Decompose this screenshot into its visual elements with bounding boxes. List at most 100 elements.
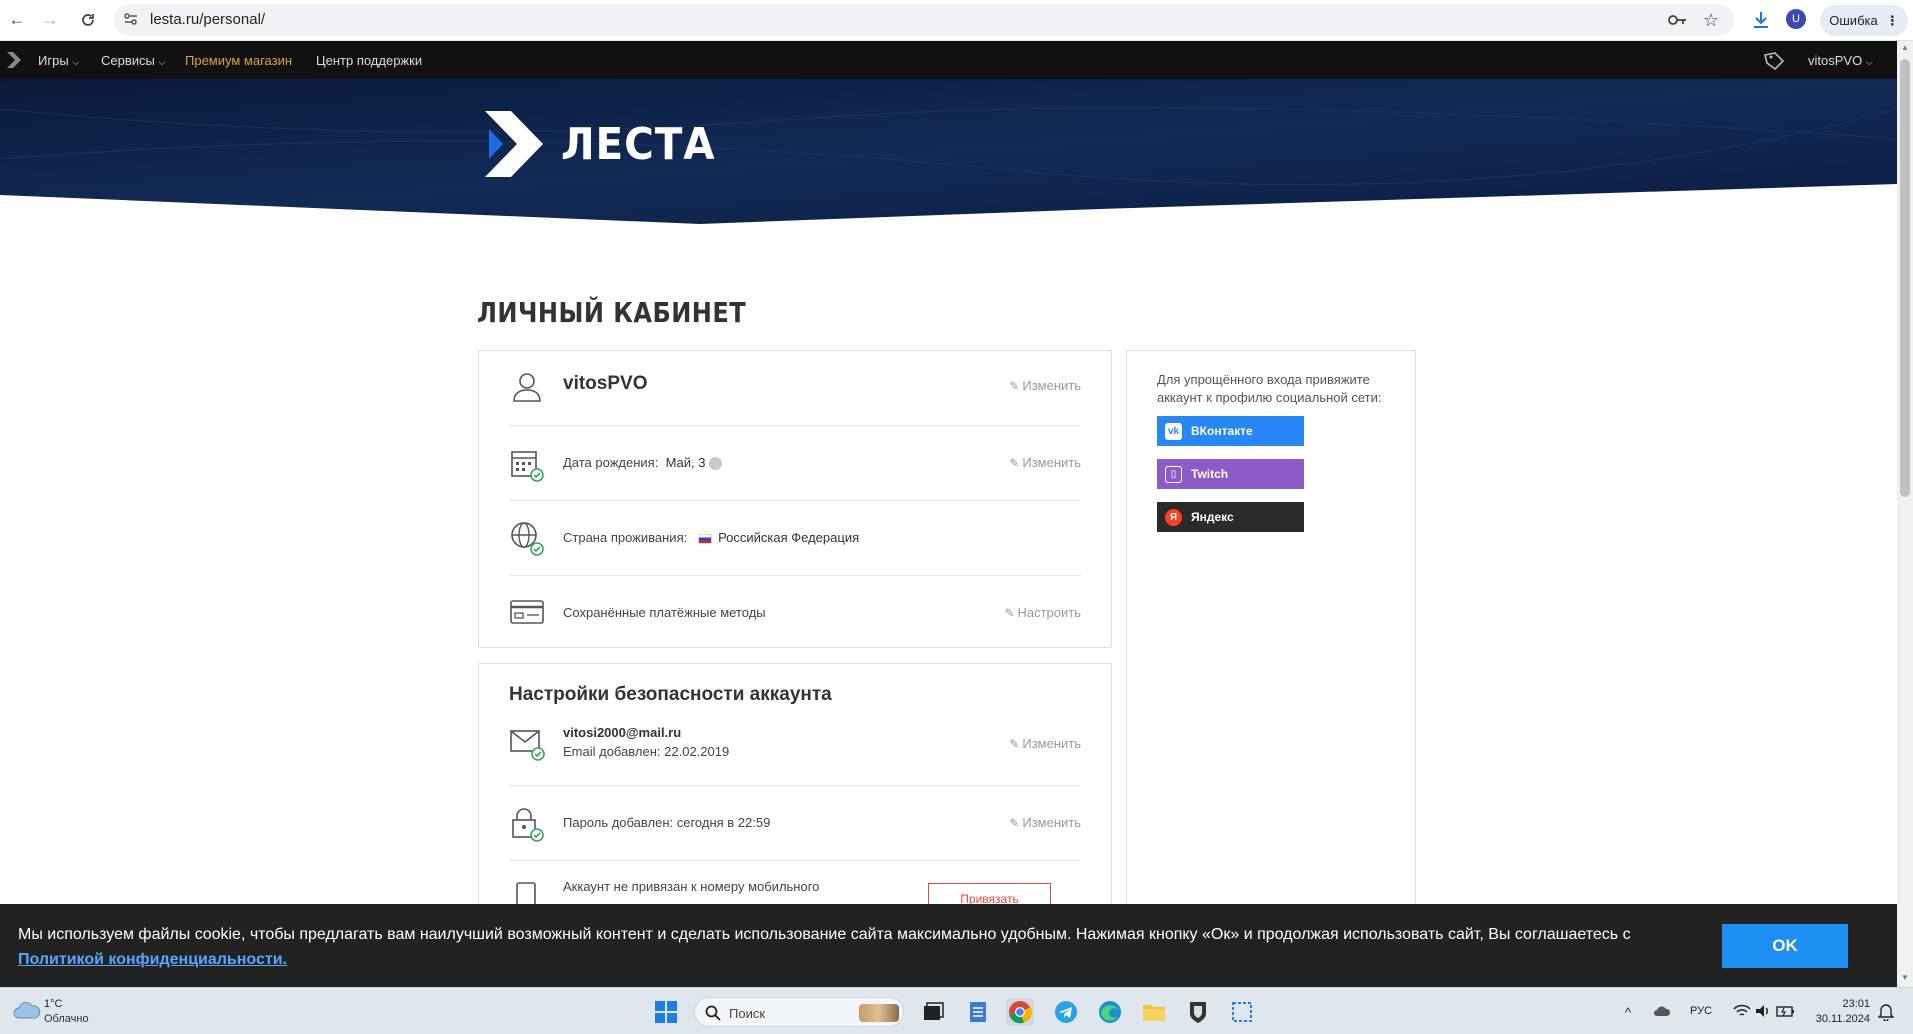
edge-icon[interactable] — [1096, 998, 1124, 1026]
telegram-icon[interactable] — [1052, 998, 1080, 1026]
chevron-down-icon: ⌵ — [72, 57, 80, 67]
password-added-text: Пароль добавлен: сегодня в 22:59 — [563, 815, 771, 830]
edit-password-button[interactable]: ✎ Изменить — [1009, 815, 1081, 830]
email-row: vitosi2000@mail.ru Email добавлен: 22.02… — [509, 711, 1081, 786]
lesta-logo-icon[interactable] — [483, 109, 545, 179]
kebab-menu-icon: ⋮ — [1885, 12, 1899, 28]
error-label: Ошибка — [1829, 13, 1878, 28]
nav-premium-shop[interactable]: Премиум магазин — [185, 53, 292, 68]
country-field: Страна проживания: Российская Федерация — [563, 530, 859, 545]
vk-icon: vk — [1165, 422, 1182, 440]
vk-label: ВКонтакте — [1191, 424, 1253, 438]
browser-toolbar: ← → lesta.ru/personal/ ☆ U Ошибка ⋮ — [0, 0, 1913, 41]
back-icon[interactable]: ← — [5, 8, 29, 32]
yandex-icon: Я — [1165, 508, 1182, 526]
clock-date[interactable]: 30.11.2024 — [1802, 1013, 1870, 1025]
download-icon[interactable] — [1749, 8, 1773, 32]
scroll-thumb[interactable] — [1900, 59, 1910, 497]
notification-bell-icon[interactable] — [1878, 1003, 1894, 1021]
wifi-icon[interactable] — [1733, 1003, 1751, 1019]
country-value: Российская Федерация — [718, 530, 860, 545]
language-indicator[interactable]: РУС — [1690, 1005, 1712, 1017]
tag-icon[interactable] — [1763, 51, 1785, 71]
onedrive-icon[interactable] — [1653, 1003, 1671, 1019]
nav-games-label: Игры — [38, 53, 69, 68]
lock-check-icon — [512, 808, 544, 842]
scroll-down-icon[interactable]: ▼ — [1901, 973, 1909, 982]
user-icon — [513, 373, 541, 402]
birthdate-row: Дата рождения: Май, 3 ✎ Изменить — [509, 426, 1081, 501]
globe-check-icon — [511, 522, 544, 556]
privacy-policy-link[interactable]: Политикой конфиденциальности. — [18, 951, 287, 968]
email-added-text: Email добавлен: 22.02.2019 — [563, 744, 730, 759]
task-view-icon[interactable] — [918, 998, 946, 1026]
russia-flag-icon — [698, 533, 713, 544]
chevron-down-icon: ⌵ — [158, 57, 166, 67]
tray-overflow-icon[interactable]: ^ — [1625, 1005, 1631, 1020]
password-key-icon[interactable] — [1666, 8, 1690, 32]
windows-start-icon[interactable] — [652, 998, 680, 1026]
vk-login-button[interactable]: vk ВКонтакте — [1157, 416, 1304, 446]
birthdate-field: Дата рождения: Май, 3 — [563, 455, 723, 471]
search-placeholder: Поиск — [729, 1006, 766, 1021]
cookie-text: Мы используем файлы cookie, чтобы предла… — [18, 926, 1631, 943]
scroll-up-icon[interactable]: ▲ — [1901, 43, 1909, 52]
country-label: Страна проживания: — [563, 530, 688, 545]
nav-services[interactable]: Сервисы ⌵ — [101, 53, 165, 68]
payment-row: Сохранённые платёжные методы ✎ Настроить — [509, 576, 1081, 651]
cookie-text-block: Мы используем файлы cookie, чтобы предла… — [18, 922, 1708, 972]
lesta-logo-text[interactable]: ЛЕСТА — [561, 119, 716, 170]
info-icon[interactable] — [709, 457, 723, 471]
chrome-active-tab[interactable] — [1006, 998, 1034, 1026]
pencil-icon: ✎ — [1004, 605, 1015, 620]
battery-icon[interactable] — [1776, 1003, 1796, 1019]
social-card: Для упрощённого входа привяжите аккаунт … — [1126, 350, 1416, 1000]
edit-username-button[interactable]: ✎ Изменить — [1009, 378, 1081, 393]
cookie-banner: Мы используем файлы cookie, чтобы предла… — [0, 904, 1897, 987]
clock-time[interactable]: 23:01 — [1812, 998, 1870, 1010]
bookmark-star-icon[interactable]: ☆ — [1699, 8, 1723, 32]
search-highlight-image — [859, 1004, 899, 1022]
site-top-nav: Игры ⌵ Сервисы ⌵ Премиум магазин Центр п… — [0, 41, 1897, 79]
cookie-ok-button[interactable]: OK — [1722, 924, 1848, 968]
url-text[interactable]: lesta.ru/personal/ — [150, 11, 265, 28]
forward-icon[interactable]: → — [38, 8, 62, 32]
game-center-icon[interactable] — [1184, 998, 1212, 1026]
notepad-icon[interactable] — [964, 998, 992, 1026]
taskbar-search[interactable]: Поиск — [694, 997, 904, 1027]
weather-temperature: 1°C — [44, 998, 63, 1010]
edit-birthdate-button[interactable]: ✎ Изменить — [1009, 455, 1081, 470]
lesta-mini-logo-icon[interactable] — [6, 51, 22, 69]
windows-taskbar: 1°C Облачно Поиск ^ РУС 23:01 30.11.2024 — [0, 987, 1913, 1034]
volume-icon[interactable] — [1754, 1003, 1772, 1019]
twitch-login-button[interactable]: ▯ Twitch — [1157, 459, 1304, 489]
cloud-weather-icon[interactable] — [12, 998, 42, 1022]
error-menu-button[interactable]: Ошибка ⋮ — [1820, 5, 1908, 36]
mail-check-icon — [510, 730, 545, 761]
yandex-label: Яндекс — [1191, 510, 1234, 524]
address-bar[interactable] — [114, 4, 1734, 36]
configure-label: Настроить — [1017, 605, 1081, 620]
edit-email-button[interactable]: ✎ Изменить — [1009, 736, 1081, 751]
email-value: vitosi2000@mail.ru — [563, 725, 682, 740]
birthdate-label: Дата рождения: — [563, 455, 659, 470]
configure-payment-button[interactable]: ✎ Настроить — [1004, 605, 1081, 620]
calendar-check-icon — [511, 451, 544, 482]
site-info-icon[interactable] — [122, 10, 142, 30]
snipping-tool-icon[interactable] — [1228, 998, 1256, 1026]
pencil-icon: ✎ — [1009, 378, 1020, 393]
pencil-icon: ✎ — [1009, 455, 1020, 470]
reload-icon[interactable] — [76, 8, 100, 32]
nav-user-menu[interactable]: vitosPVO ⌵ — [1808, 53, 1873, 68]
page-scrollbar[interactable]: ▲ ▼ — [1897, 41, 1913, 987]
search-icon — [705, 1005, 721, 1021]
chrome-icon — [1009, 1001, 1033, 1024]
profile-avatar[interactable]: U — [1786, 9, 1806, 29]
file-explorer-icon[interactable] — [1140, 998, 1168, 1026]
pencil-icon: ✎ — [1009, 736, 1020, 751]
yandex-login-button[interactable]: Я Яндекс — [1157, 502, 1304, 532]
profile-username: vitosPVO — [563, 373, 648, 394]
nav-games[interactable]: Игры ⌵ — [38, 53, 79, 68]
phone-status-text: Аккаунт не привязан к номеру мобильного — [563, 879, 820, 894]
nav-support[interactable]: Центр поддержки — [316, 53, 422, 68]
